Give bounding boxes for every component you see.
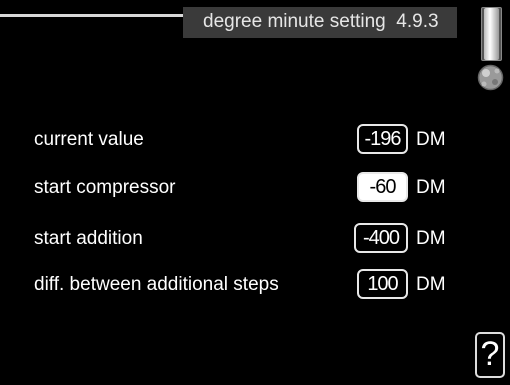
control-knob-icon[interactable] bbox=[476, 63, 505, 92]
value-box: -196 bbox=[357, 124, 408, 154]
value-box[interactable]: 100 bbox=[357, 269, 408, 299]
setting-label: diff. between additional steps bbox=[34, 274, 279, 295]
unit-label: DM bbox=[416, 228, 446, 249]
help-icon[interactable]: ? bbox=[475, 332, 505, 378]
menu-number: 4.9.3 bbox=[396, 11, 439, 32]
title-bar: degree minute setting 4.9.3 bbox=[183, 7, 457, 38]
scrollbar[interactable] bbox=[481, 7, 502, 61]
unit-label: DM bbox=[416, 129, 446, 150]
value-box-selected[interactable]: -60 bbox=[357, 172, 408, 202]
top-divider bbox=[0, 14, 186, 17]
scrollbar-thumb[interactable] bbox=[484, 8, 499, 60]
setting-label: start addition bbox=[34, 228, 143, 249]
setting-label: start compressor bbox=[34, 177, 176, 198]
unit-label: DM bbox=[416, 177, 446, 198]
title-label: degree minute setting bbox=[203, 11, 386, 32]
page-title: degree minute setting 4.9.3 bbox=[203, 11, 439, 33]
setting-row-diff-steps[interactable]: diff. between additional steps 100 DM bbox=[34, 269, 474, 301]
setting-row-start-addition[interactable]: start addition -400 DM bbox=[34, 223, 474, 255]
setting-label: current value bbox=[34, 129, 144, 150]
unit-label: DM bbox=[416, 274, 446, 295]
setting-row-current-value: current value -196 DM bbox=[34, 124, 474, 156]
setting-row-start-compressor[interactable]: start compressor -60 DM bbox=[34, 172, 474, 204]
value-box[interactable]: -400 bbox=[354, 223, 408, 253]
